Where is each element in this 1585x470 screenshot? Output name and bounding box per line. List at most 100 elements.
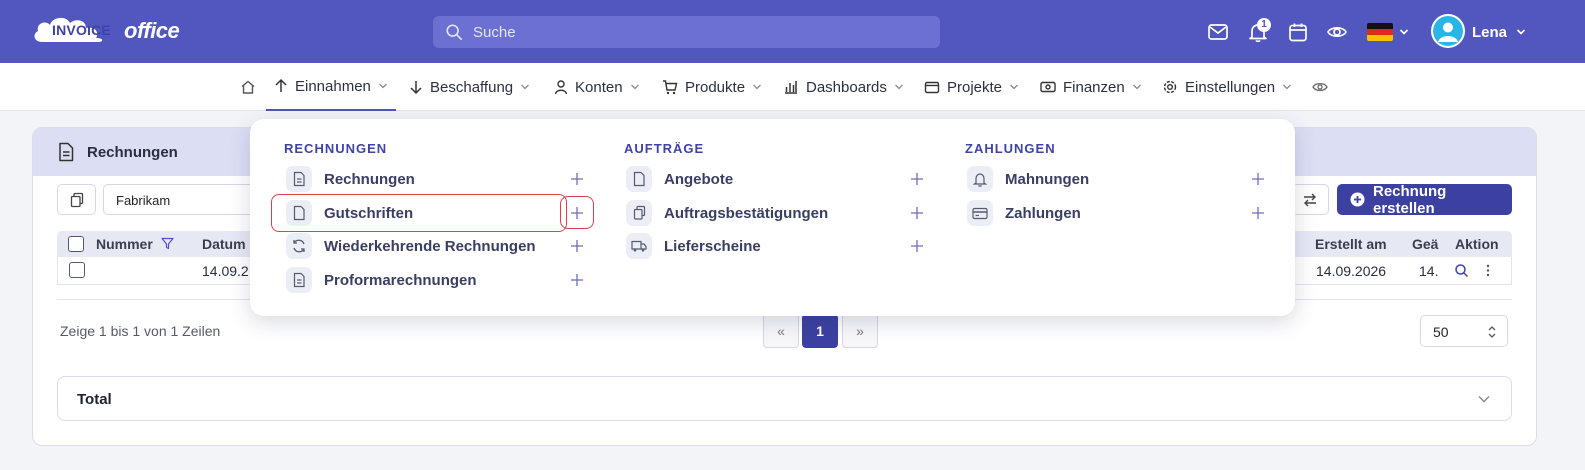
avatar[interactable] [1431, 14, 1465, 48]
menu-item-mahnungen[interactable]: Mahnungen [967, 165, 1089, 193]
menu-item-wiederkehrende-rechnungen[interactable]: Wiederkehrende Rechnungen [286, 232, 536, 260]
column-geaendert[interactable]: Geä [1412, 236, 1438, 252]
logo-text-invoice: INVOICE [52, 22, 111, 38]
menu-item-label: Mahnungen [1005, 170, 1090, 188]
cash-icon [1040, 81, 1056, 93]
add-proforma-plus-icon[interactable] [570, 273, 584, 287]
menu-item-proformarechnungen[interactable]: Proformarechnungen [286, 266, 477, 294]
credit-card-icon [967, 200, 993, 226]
nav-label: Einnahmen [295, 77, 371, 95]
mail-icon[interactable] [1207, 21, 1229, 43]
search-input[interactable]: Suche [433, 16, 940, 48]
chevron-down-icon [1132, 84, 1141, 90]
nav-label: Dashboards [806, 78, 887, 96]
cell-geaendert: 14. [1419, 263, 1439, 279]
copy-button[interactable] [57, 184, 96, 215]
page-size-select[interactable]: 50 [1420, 315, 1508, 347]
document-icon [286, 166, 312, 192]
add-mahnung-plus-icon[interactable] [1251, 172, 1265, 186]
add-lieferschein-plus-icon[interactable] [910, 239, 924, 253]
chevron-down-icon [630, 84, 639, 90]
eye-icon[interactable] [1326, 21, 1348, 43]
main-nav: Einnahmen Beschaffung Konten Produkte Da… [0, 63, 1585, 111]
more-vertical-icon[interactable] [1484, 263, 1492, 278]
menu-section-rechnungen: RECHNUNGEN [284, 141, 388, 156]
add-rechnung-plus-icon[interactable] [570, 172, 584, 186]
add-wiederkehrend-plus-icon[interactable] [570, 239, 584, 253]
row-checkbox[interactable] [69, 262, 85, 278]
column-datum[interactable]: Datum [202, 236, 246, 252]
pagination-page-current[interactable]: 1 [802, 314, 838, 348]
nav-label: Produkte [685, 78, 746, 96]
menu-item-auftragsbestaetigungen[interactable]: Auftragsbestätigungen [626, 199, 828, 227]
menu-item-lieferscheine[interactable]: Lieferscheine [626, 232, 761, 260]
customer-filter-input[interactable]: Fabrikam [103, 184, 263, 215]
notification-badge: 1 [1257, 18, 1271, 32]
nav-konten[interactable]: Konten [554, 63, 640, 111]
invoiceoffice-logo[interactable]: INVOICE office [32, 12, 180, 48]
nav-finanzen[interactable]: Finanzen [1040, 63, 1142, 111]
highlight-gutschriften-add [560, 196, 594, 229]
swap-button[interactable] [1290, 184, 1329, 215]
nav-label: Finanzen [1063, 78, 1125, 96]
add-zahlung-plus-icon[interactable] [1251, 206, 1265, 220]
chevron-down-icon[interactable] [1477, 393, 1491, 405]
pagination-next[interactable]: » [842, 314, 878, 348]
plus-circle-icon [1350, 192, 1365, 207]
logo-text-office: office [124, 18, 180, 43]
arrow-down-icon [410, 81, 422, 95]
calendar-icon[interactable] [1287, 21, 1309, 43]
refresh-icon [286, 233, 312, 259]
document-icon [59, 142, 74, 162]
nav-label: Projekte [947, 78, 1003, 96]
bell-icon [967, 166, 993, 192]
top-bar: INVOICE office Suche 1 Lena [0, 0, 1585, 63]
chevron-down-icon[interactable] [1399, 27, 1409, 37]
nav-produkte[interactable]: Produkte [662, 63, 762, 111]
menu-section-zahlungen: ZAHLUNGEN [965, 141, 1056, 156]
chevron-down-icon[interactable] [1516, 27, 1526, 37]
eye-icon [1312, 82, 1328, 92]
pagination-prev[interactable]: « [763, 314, 799, 348]
chevron-down-icon [1283, 84, 1292, 90]
document-blank-icon [626, 166, 652, 192]
nav-dashboards[interactable]: Dashboards [783, 63, 904, 111]
row-count-info: Zeige 1 bis 1 von 1 Zeilen [60, 323, 221, 339]
chevron-down-icon [378, 83, 387, 89]
username[interactable]: Lena [1472, 24, 1507, 41]
menu-item-label: Angebote [664, 170, 734, 188]
menu-item-label: Proformarechnungen [324, 271, 477, 289]
copy-icon [626, 200, 652, 226]
filter-icon[interactable] [161, 237, 174, 250]
menu-item-rechnungen[interactable]: Rechnungen [286, 165, 415, 193]
arrow-up-icon [275, 78, 287, 92]
copy-icon [70, 192, 84, 208]
create-invoice-button[interactable]: Rechnung erstellen [1337, 183, 1512, 217]
nav-beschaffung[interactable]: Beschaffung [409, 63, 530, 111]
nav-einstellungen[interactable]: Einstellungen [1162, 63, 1292, 111]
chevron-down-icon [753, 84, 762, 90]
search-icon[interactable] [1454, 263, 1469, 278]
nav-label: Beschaffung [430, 78, 514, 96]
select-all-checkbox[interactable] [68, 236, 84, 252]
search-placeholder: Suche [473, 24, 516, 41]
cell-erstellt-am: 14.09.2026 [1316, 263, 1387, 279]
german-flag-icon[interactable] [1367, 23, 1393, 41]
menu-item-label: Auftragsbestätigungen [664, 204, 829, 222]
folder-icon [924, 81, 940, 94]
menu-section-auftraege: AUFTRÄGE [624, 141, 705, 156]
add-auftragsbestaetigung-plus-icon[interactable] [910, 206, 924, 220]
menu-item-zahlungen[interactable]: Zahlungen [967, 199, 1081, 227]
column-erstellt-am[interactable]: Erstellt am [1315, 236, 1387, 252]
select-arrows-icon [1488, 326, 1496, 338]
total-panel[interactable]: Total [57, 376, 1512, 421]
nav-einnahmen[interactable]: Einnahmen [266, 63, 396, 111]
nav-visibility[interactable] [1312, 63, 1328, 111]
add-angebot-plus-icon[interactable] [910, 172, 924, 186]
gear-icon [1163, 80, 1177, 94]
nav-home[interactable] [240, 63, 256, 111]
menu-item-angebote[interactable]: Angebote [626, 165, 733, 193]
home-icon [241, 80, 255, 94]
column-nummer[interactable]: Nummer [96, 236, 153, 252]
nav-projekte[interactable]: Projekte [924, 63, 1019, 111]
